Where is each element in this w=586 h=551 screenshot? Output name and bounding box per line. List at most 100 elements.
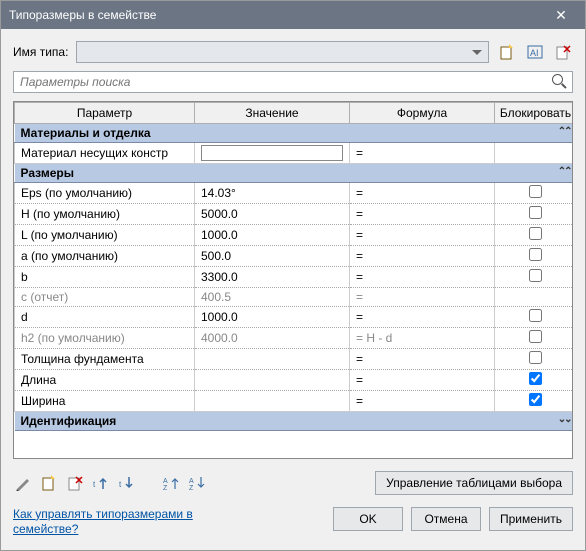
param-value: 4000.0 [195,328,350,349]
row-l: L (по умолчанию) 1000.0 = [15,225,574,246]
col-header-param[interactable]: Параметр [15,103,195,124]
group-header-materials[interactable]: Материалы и отделка⌃⌃ [15,124,574,143]
lock-checkbox[interactable] [529,206,542,219]
param-lock[interactable] [495,246,574,267]
rename-type-icon[interactable]: AI [525,42,545,62]
lock-checkbox[interactable] [529,372,542,385]
param-value[interactable]: 1000.0 [195,225,350,246]
lock-checkbox[interactable] [529,269,542,282]
svg-text:t: t [93,480,96,489]
expand-icon: ⌄⌄ [558,414,571,425]
param-label[interactable]: L (по умолчанию) [15,225,195,246]
lock-checkbox[interactable] [529,393,542,406]
param-formula[interactable]: = [350,204,495,225]
param-lock[interactable] [495,204,574,225]
param-lock[interactable] [495,370,574,391]
param-formula[interactable]: = [350,183,495,204]
param-lock[interactable] [495,183,574,204]
param-formula: = [350,288,495,307]
move-up-icon[interactable]: t [91,473,111,493]
param-lock[interactable] [495,225,574,246]
param-value[interactable] [195,349,350,370]
search-icon[interactable] [552,74,568,90]
dialog-body: Имя типа: AI Параметр Значен [1,29,585,550]
param-formula[interactable]: = [350,246,495,267]
row-material: Материал несущих констр = [15,143,574,164]
param-value[interactable]: 14.03° [195,183,350,204]
param-label[interactable]: b [15,267,195,288]
lock-checkbox[interactable] [529,330,542,343]
param-value[interactable]: 1000.0 [195,307,350,328]
param-value[interactable] [195,370,350,391]
param-label[interactable]: Материал несущих констр [15,143,195,164]
svg-text:A: A [189,478,194,485]
grid-empty-space [14,431,572,458]
param-label[interactable]: Eps (по умолчанию) [15,183,195,204]
lock-checkbox[interactable] [529,248,542,261]
param-lock [495,143,574,164]
row-h2: h2 (по умолчанию) 4000.0 = H - d [15,328,574,349]
param-formula[interactable]: = [350,307,495,328]
collapse-icon: ⌃⌃ [558,126,571,137]
apply-button[interactable]: Применить [489,507,573,531]
param-formula[interactable]: = [350,391,495,412]
param-label[interactable]: H (по умолчанию) [15,204,195,225]
param-label[interactable]: Толщина фундамента [15,349,195,370]
dialog-buttons: OK Отмена Применить [333,507,573,531]
close-button[interactable]: ✕ [545,4,577,26]
col-header-lock[interactable]: Блокировать [495,103,574,124]
param-lock[interactable] [495,349,574,370]
manage-lookup-tables-button[interactable]: Управление таблицами выбора [375,471,573,495]
type-name-dropdown[interactable] [76,41,489,63]
modify-param-icon[interactable] [13,473,33,493]
row-c-report: c (отчет) 400.5 = [15,288,574,307]
param-formula[interactable]: = [350,349,495,370]
lock-checkbox[interactable] [529,227,542,240]
delete-param-icon[interactable] [65,473,85,493]
help-link[interactable]: Как управлять типоразмерами в семействе? [13,507,233,538]
cancel-button[interactable]: Отмена [411,507,481,531]
group-header-dimensions[interactable]: Размеры⌃⌃ [15,164,574,183]
new-type-icon[interactable] [497,42,517,62]
lock-checkbox[interactable] [529,309,542,322]
ok-button[interactable]: OK [333,507,403,531]
col-header-formula[interactable]: Формула [350,103,495,124]
param-label[interactable]: Длина [15,370,195,391]
collapse-icon: ⌃⌃ [558,166,571,177]
param-label[interactable]: d [15,307,195,328]
param-value[interactable] [195,143,350,164]
value-input[interactable] [201,145,343,161]
param-lock[interactable] [495,328,574,349]
sort-asc-icon[interactable]: AZ [161,473,181,493]
svg-text:t: t [119,480,122,489]
param-formula[interactable]: = [350,370,495,391]
lock-checkbox[interactable] [529,185,542,198]
svg-text:A: A [163,478,168,485]
param-lock[interactable] [495,307,574,328]
param-label[interactable]: a (по умолчанию) [15,246,195,267]
delete-type-icon[interactable] [553,42,573,62]
move-down-icon[interactable]: t [117,473,137,493]
param-label[interactable]: Ширина [15,391,195,412]
param-formula[interactable]: = [350,143,495,164]
param-value[interactable]: 500.0 [195,246,350,267]
param-value[interactable]: 5000.0 [195,204,350,225]
dialog-window: Типоразмеры в семействе ✕ Имя типа: AI [0,0,586,551]
param-formula[interactable]: = H - d [350,328,495,349]
new-param-icon[interactable] [39,473,59,493]
param-lock[interactable] [495,267,574,288]
param-value: 400.5 [195,288,350,307]
sort-desc-icon[interactable]: AZ [187,473,207,493]
param-formula[interactable]: = [350,225,495,246]
param-value[interactable] [195,391,350,412]
row-a: a (по умолчанию) 500.0 = [15,246,574,267]
param-lock[interactable] [495,391,574,412]
row-d: d 1000.0 = [15,307,574,328]
param-formula[interactable]: = [350,267,495,288]
lock-checkbox[interactable] [529,351,542,364]
search-input[interactable] [18,74,552,90]
param-value[interactable]: 3300.0 [195,267,350,288]
group-header-identification[interactable]: Идентификация⌄⌄ [15,412,574,431]
col-header-value[interactable]: Значение [195,103,350,124]
bottom-toolbar: t t AZ AZ Управление таблицами выбора [13,467,573,499]
